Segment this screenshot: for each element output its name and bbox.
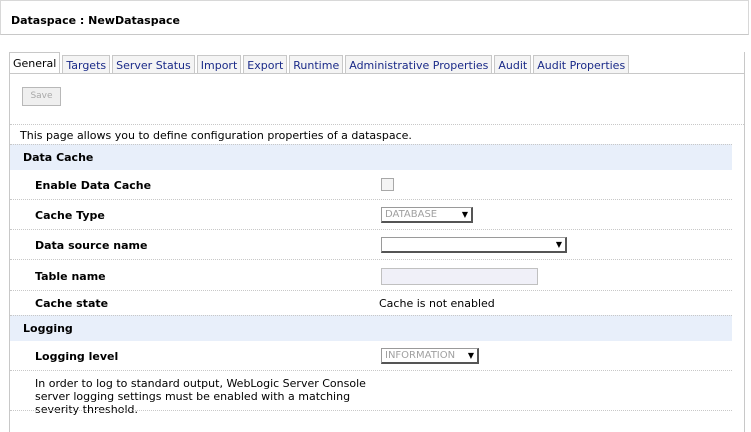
cache-state-label: Cache state [35, 297, 109, 310]
table-name-label: Table name [35, 270, 106, 283]
cache-state-value: Cache is not enabled [379, 297, 495, 310]
page-description: This page allows you to define configura… [20, 129, 412, 142]
row-table-name: Table name [10, 260, 732, 291]
divider [10, 410, 732, 412]
tab-audit-properties[interactable]: Audit Properties [533, 55, 630, 74]
chevron-down-icon: ▼ [461, 210, 468, 219]
section-heading: Data Cache [23, 151, 94, 164]
row-data-source-name: Data source name ▼ [10, 230, 732, 260]
section-logging: Logging [10, 315, 732, 341]
tab-administrative-properties[interactable]: Administrative Properties [345, 55, 493, 74]
row-cache-state: Cache state Cache is not enabled [10, 291, 732, 315]
tab-general[interactable]: General [9, 52, 61, 74]
data-source-name-label: Data source name [35, 239, 148, 252]
enable-data-cache-label: Enable Data Cache [35, 179, 152, 192]
tab-import[interactable]: Import [196, 55, 242, 74]
enable-data-cache-checkbox[interactable] [381, 178, 394, 191]
page-title: Dataspace : NewDataspace [11, 14, 181, 27]
page-header: Dataspace : NewDataspace [0, 0, 749, 35]
section-data-cache: Data Cache [10, 144, 732, 170]
row-enable-data-cache: Enable Data Cache [10, 170, 732, 200]
tab-audit[interactable]: Audit [494, 55, 532, 74]
toolbar: Save [10, 74, 744, 125]
tab-targets[interactable]: Targets [62, 55, 111, 74]
section-heading: Logging [23, 322, 73, 335]
row-logging-level: Logging level INFORMATION ▼ [10, 341, 732, 371]
logging-level-value: INFORMATION [385, 350, 456, 361]
save-button[interactable]: Save [22, 87, 61, 106]
logging-level-label: Logging level [35, 350, 119, 363]
tab-bar: General Targets Server Status Import Exp… [9, 52, 631, 74]
cache-type-select[interactable]: DATABASE ▼ [381, 207, 473, 223]
cache-type-value: DATABASE [385, 209, 438, 220]
tab-server-status[interactable]: Server Status [112, 55, 195, 74]
row-cache-type: Cache Type DATABASE ▼ [10, 200, 732, 230]
table-name-input[interactable] [381, 268, 538, 285]
cache-type-label: Cache Type [35, 209, 105, 222]
logging-level-select[interactable]: INFORMATION ▼ [381, 348, 479, 364]
data-source-name-select[interactable]: ▼ [381, 237, 567, 253]
chevron-down-icon: ▼ [467, 351, 474, 360]
chevron-down-icon: ▼ [555, 240, 562, 249]
tab-export[interactable]: Export [243, 55, 288, 74]
tab-runtime[interactable]: Runtime [289, 55, 344, 74]
